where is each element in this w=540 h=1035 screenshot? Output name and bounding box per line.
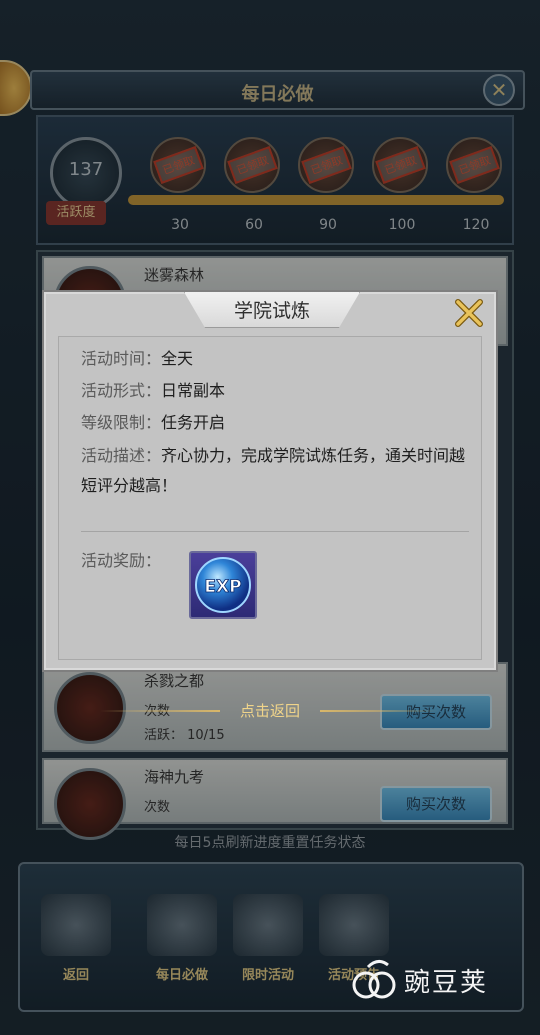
info-value: 日常副本 bbox=[161, 381, 226, 400]
info-value: 任务开启 bbox=[161, 413, 226, 432]
info-form: 活动形式：日常副本 bbox=[81, 377, 225, 405]
divider bbox=[81, 531, 469, 532]
back-hint-text: 点击返回 bbox=[239, 702, 300, 720]
activity-dialog: 学院试炼 活动时间：全天 活动形式：日常副本 等级限制：任务开启 活动描述：齐心… bbox=[44, 292, 496, 670]
info-key: 活动时间： bbox=[81, 349, 162, 368]
watermark-text: 豌豆荚 bbox=[404, 967, 489, 998]
dialog-body: 活动时间：全天 活动形式：日常副本 等级限制：任务开启 活动描述：齐心协力，完成… bbox=[58, 336, 482, 660]
info-level: 等级限制：任务开启 bbox=[81, 409, 225, 437]
watermark: 豌豆荚 bbox=[348, 955, 488, 1005]
info-key: 活动描述： bbox=[81, 446, 162, 465]
close-icon[interactable] bbox=[454, 298, 484, 328]
info-description: 活动描述：齐心协力，完成学院试炼任务，通关时间越短评分越高！ bbox=[81, 441, 471, 501]
dialog-title-tab: 学院试炼 bbox=[184, 292, 360, 328]
exp-icon-text: EXP bbox=[204, 577, 241, 597]
watermark-logo-icon bbox=[352, 960, 396, 999]
info-time: 活动时间：全天 bbox=[81, 345, 193, 373]
back-hint[interactable]: 点击返回 bbox=[0, 700, 540, 724]
reward-label: 活动奖励： bbox=[81, 551, 162, 570]
info-key: 活动形式： bbox=[81, 381, 162, 400]
exp-icon[interactable]: EXP bbox=[189, 551, 257, 619]
dialog-title: 学院试炼 bbox=[233, 300, 310, 322]
ornament bbox=[320, 710, 440, 712]
ornament bbox=[100, 710, 220, 712]
info-key: 等级限制： bbox=[81, 413, 162, 432]
info-value: 全天 bbox=[161, 349, 194, 368]
